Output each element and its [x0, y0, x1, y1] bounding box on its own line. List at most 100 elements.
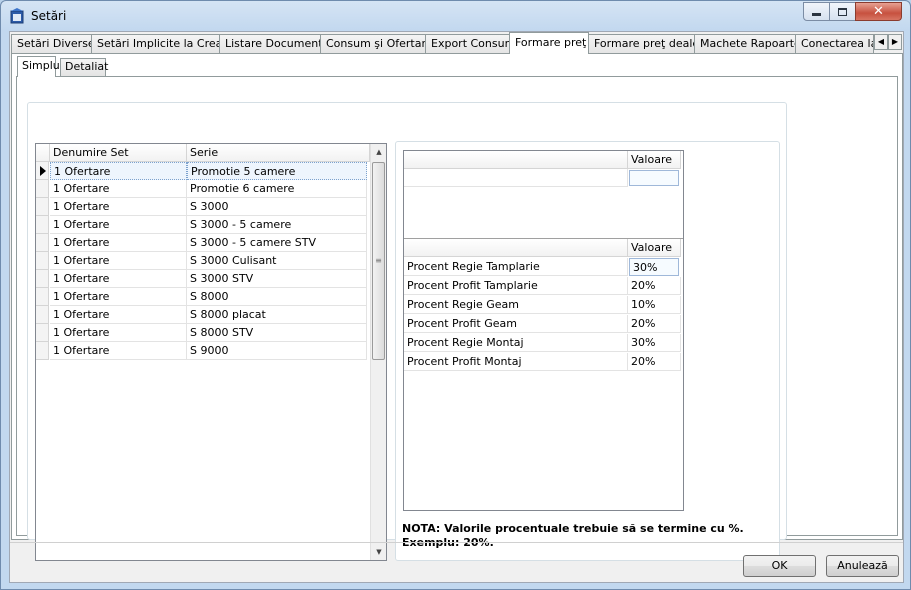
table-row[interactable]: Procent Regie Tamplarie 30%	[404, 258, 683, 276]
cell-denumire[interactable]: 1 Ofertare	[50, 306, 187, 324]
table-row[interactable]: Procent Profit Montaj 20%	[404, 353, 683, 371]
row-indicator	[36, 324, 49, 342]
table-row[interactable]: Procent Profit Geam 20%	[404, 315, 683, 333]
cell-serie[interactable]: Promotie 6 camere	[187, 180, 367, 198]
tab-setari-implicite[interactable]: Setări Implicite la Creare	[91, 34, 220, 54]
simplu-page: Denumire Set Serie 1 Ofertare Promotie 5…	[16, 76, 898, 561]
close-button[interactable]: ✕	[855, 2, 902, 21]
cell-denumire[interactable]: 1 Ofertare	[50, 216, 187, 234]
row-indicator	[36, 180, 49, 198]
cell-value[interactable]: 20%	[628, 315, 681, 333]
cell-denumire[interactable]: 1 Ofertare	[50, 180, 187, 198]
tab-scroll-right-button[interactable]: ▶	[888, 34, 902, 50]
cell-serie[interactable]: Promotie 5 camere	[187, 162, 367, 180]
cell-denumire[interactable]: 1 Ofertare	[50, 234, 187, 252]
cell-denumire[interactable]: 1 Ofertare	[50, 342, 187, 360]
table-row[interactable]: 1 Ofertare Promotie 6 camere	[36, 180, 370, 198]
table-row[interactable]: 1 Ofertare S 3000 STV	[36, 270, 370, 288]
tab-formare-pret[interactable]: Formare preţ	[509, 32, 589, 54]
cell-name: Procent Profit Geam	[404, 315, 628, 333]
minimize-icon	[812, 13, 821, 16]
table-row[interactable]: 1 Ofertare S 8000	[36, 288, 370, 306]
cell-serie[interactable]: S 3000 Culisant	[187, 252, 367, 270]
grip-icon: ≡	[375, 256, 382, 265]
table-row[interactable]: Procent Regie Montaj 30%	[404, 334, 683, 352]
subtab-detaliat[interactable]: Detaliat	[60, 58, 108, 76]
cell-denumire[interactable]: 1 Ofertare	[50, 288, 187, 306]
column-header-valoare-top[interactable]: Valoare	[628, 151, 681, 169]
table-row[interactable]: 1 Ofertare S 3000	[36, 198, 370, 216]
cell-serie[interactable]: S 3000	[187, 198, 367, 216]
cell-serie[interactable]: S 8000 placat	[187, 306, 367, 324]
scroll-up-button[interactable]: ▲	[371, 144, 386, 160]
arrow-down-icon: ▼	[376, 548, 382, 556]
cell-denumire[interactable]: 1 Ofertare	[50, 270, 187, 288]
row-indicator	[36, 234, 49, 252]
row-indicator	[36, 162, 49, 180]
chevron-left-icon: ◀	[877, 37, 885, 46]
minimize-button[interactable]	[803, 2, 830, 21]
tab-export-consum[interactable]: Export Consum	[425, 34, 511, 54]
table-row[interactable]: Procent Profit Tamplarie 20%	[404, 277, 683, 295]
note-text: NOTA: Valorile procentuale trebuie să se…	[402, 522, 744, 549]
tab-consum-ofertare[interactable]: Consum şi Ofertare	[320, 34, 426, 54]
cell-serie[interactable]: S 3000 - 5 camere STV	[187, 234, 367, 252]
table-row[interactable]: 1 Ofertare S 8000 STV	[36, 324, 370, 342]
value-input-top[interactable]	[629, 170, 679, 186]
cell-serie[interactable]: S 3000 STV	[187, 270, 367, 288]
tab-setari-diverse[interactable]: Setări Diverse	[11, 34, 92, 54]
cell-name: Procent Profit Tamplarie	[404, 277, 628, 295]
cell-serie[interactable]: S 9000	[187, 342, 367, 360]
column-header-denumire[interactable]: Denumire Set	[50, 144, 187, 162]
column-header-serie[interactable]: Serie	[187, 144, 370, 162]
column-header-valoare-bottom[interactable]: Valoare	[628, 239, 681, 257]
cell-value[interactable]: 30%	[628, 334, 681, 352]
maximize-button[interactable]	[829, 2, 856, 21]
title-bar[interactable]: Setări ✕	[1, 1, 910, 31]
chevron-right-icon: ▶	[891, 37, 899, 46]
row-header-corner	[36, 144, 50, 162]
row-indicator	[36, 198, 49, 216]
sets-grid[interactable]: Denumire Set Serie 1 Ofertare Promotie 5…	[35, 143, 387, 561]
sets-grid-scrollbar[interactable]: ▲ ≡ ▼	[370, 144, 386, 560]
table-row[interactable]	[404, 169, 683, 187]
row-indicator	[36, 288, 49, 306]
subtab-simplu[interactable]: Simplu	[17, 56, 60, 77]
formare-pret-page: Simplu Detaliat Denumire Set Serie 1 Ofe…	[11, 53, 903, 561]
row-indicator	[36, 270, 49, 288]
table-row[interactable]: Procent Regie Geam 10%	[404, 296, 683, 314]
table-row[interactable]: 1 Ofertare S 9000	[36, 342, 370, 360]
cell-serie[interactable]: S 8000 STV	[187, 324, 367, 342]
table-row[interactable]: 1 Ofertare S 8000 placat	[36, 306, 370, 324]
ok-button[interactable]: OK	[743, 555, 816, 577]
tab-conectarea[interactable]: Conectarea la	[795, 34, 874, 54]
current-row-icon	[40, 166, 46, 176]
table-row[interactable]: 1 Ofertare S 3000 - 5 camere	[36, 216, 370, 234]
cell-name: Procent Regie Montaj	[404, 334, 628, 352]
table-row[interactable]: 1 Ofertare S 3000 Culisant	[36, 252, 370, 270]
cell-denumire[interactable]: 1 Ofertare	[50, 252, 187, 270]
tab-formare-pret-dealer[interactable]: Formare preţ dealer	[588, 34, 695, 54]
cell-denumire[interactable]: 1 Ofertare	[50, 198, 187, 216]
cell-serie[interactable]: S 8000	[187, 288, 367, 306]
row-indicator	[36, 342, 49, 360]
tab-machete-rapoarte[interactable]: Machete Rapoarte	[694, 34, 796, 54]
dialog-client: Setări Diverse Setări Implicite la Crear…	[9, 31, 904, 583]
cell-value[interactable]: 30%	[629, 258, 679, 276]
scroll-down-button[interactable]: ▼	[371, 544, 386, 560]
cell-denumire[interactable]: 1 Ofertare	[50, 324, 187, 342]
tab-scroll-left-button[interactable]: ◀	[874, 34, 888, 50]
tab-listare-documente[interactable]: Listare Documente	[219, 34, 321, 54]
table-row[interactable]: 1 Ofertare S 3000 - 5 camere STV	[36, 234, 370, 252]
app-icon	[10, 8, 24, 24]
row-indicator	[36, 252, 49, 270]
values-panel: Valoare Valoare Procent Regie Tamplarie …	[403, 150, 684, 511]
cell-serie[interactable]: S 3000 - 5 camere	[187, 216, 367, 234]
cancel-button[interactable]: Anulează	[826, 555, 899, 577]
scroll-thumb[interactable]: ≡	[372, 162, 385, 360]
table-row[interactable]: 1 Ofertare Promotie 5 camere	[36, 162, 370, 180]
cell-value[interactable]: 20%	[628, 353, 681, 371]
cell-value[interactable]: 20%	[628, 277, 681, 295]
cell-value[interactable]: 10%	[628, 296, 681, 314]
cell-denumire[interactable]: 1 Ofertare	[50, 162, 187, 180]
